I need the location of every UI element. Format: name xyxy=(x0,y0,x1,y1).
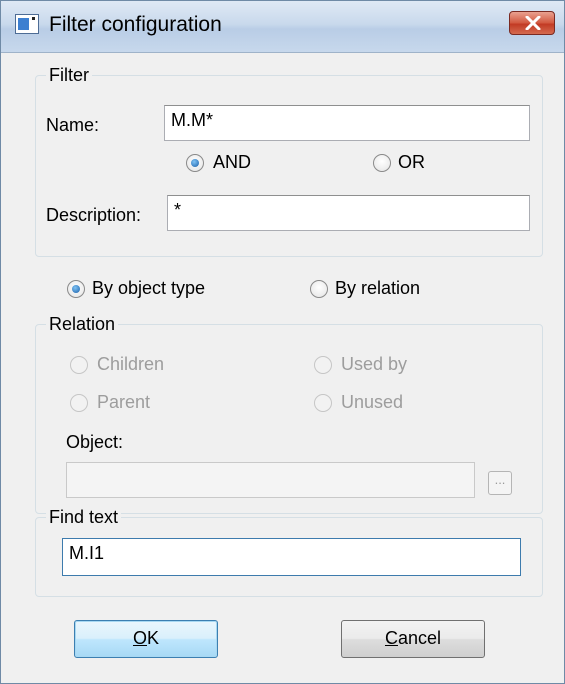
used-by-label: Used by xyxy=(341,354,408,374)
parent-label: Parent xyxy=(97,392,151,412)
ok-mnemonic: O xyxy=(132,628,147,648)
name-input[interactable]: M.M* xyxy=(164,105,530,141)
by-relation-label[interactable]: By relation xyxy=(335,278,420,299)
unused-radio[interactable] xyxy=(314,394,332,412)
by-object-type-radio[interactable] xyxy=(67,280,85,298)
used-by-radio[interactable] xyxy=(314,356,332,374)
window-title: Filter configuration xyxy=(49,13,222,36)
description-label: Description: xyxy=(46,205,142,225)
unused-label: Unused xyxy=(341,392,404,412)
browse-object-button[interactable]: ... xyxy=(488,471,512,495)
name-label: Name: xyxy=(46,115,100,135)
close-button[interactable] xyxy=(509,11,555,35)
find-text-group-legend: Find text xyxy=(46,507,122,528)
parent-radio[interactable] xyxy=(70,394,88,412)
app-window-icon xyxy=(15,14,39,34)
cancel-button[interactable]: Cancel xyxy=(341,620,485,658)
filter-configuration-dialog: Filter configuration Filter Name: M.M* A… xyxy=(0,0,565,684)
cancel-mnemonic: C xyxy=(384,628,398,648)
find-text-input[interactable]: M.I1 xyxy=(62,538,521,576)
by-relation-radio[interactable] xyxy=(310,280,328,298)
by-object-type-label[interactable]: By object type xyxy=(92,278,205,299)
cancel-rest: ancel xyxy=(397,628,442,648)
or-label[interactable]: OR xyxy=(398,152,425,173)
close-icon xyxy=(525,16,541,30)
or-radio[interactable] xyxy=(373,154,391,172)
object-input[interactable] xyxy=(66,462,475,498)
ok-button[interactable]: OK xyxy=(74,620,218,658)
filter-group-legend: Filter xyxy=(46,65,92,86)
and-radio[interactable] xyxy=(186,154,204,172)
relation-group-legend: Relation xyxy=(46,314,119,335)
title-bar[interactable]: Filter configuration xyxy=(1,1,564,53)
children-radio[interactable] xyxy=(70,356,88,374)
and-label[interactable]: AND xyxy=(213,152,251,173)
description-input[interactable]: * xyxy=(167,195,530,231)
children-label: Children xyxy=(97,354,165,374)
object-label: Object: xyxy=(66,432,124,452)
ok-rest: K xyxy=(147,628,160,648)
